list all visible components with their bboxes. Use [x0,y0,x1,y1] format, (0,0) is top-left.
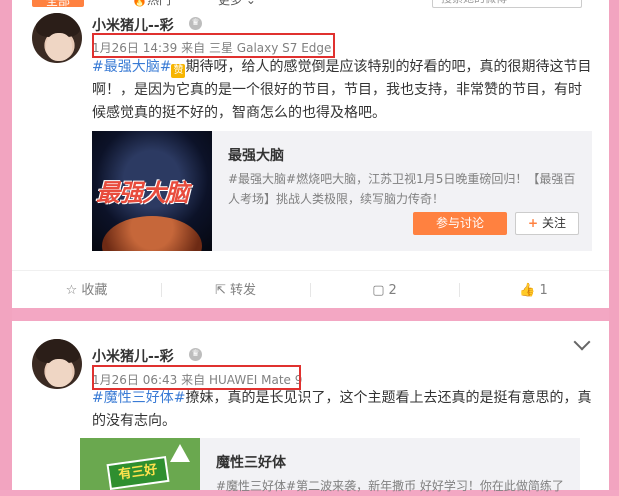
hashtag-link[interactable]: #最强大脑# [92,59,171,75]
topic-image-logo: 最强大脑 [96,179,189,207]
comment-icon: ▢ [372,283,385,298]
topic-card[interactable]: 最强大脑 最强大脑 #最强大脑#燃烧吧大脑，江苏卫视1月5日晚重磅回归！【最强百… [92,131,592,251]
topic-title[interactable]: 最强大脑 [228,145,284,165]
thumbs-up-icon: 👍 [519,283,536,298]
topic-card[interactable]: 有三好 魔性三好体 #魔性三好体#第二波来袭，新年撒币 好好学习！你在此做简练了 [80,438,580,493]
star-icon: ☆ [65,283,78,298]
avatar[interactable] [32,339,82,389]
avatar[interactable] [32,13,82,63]
username[interactable]: 小米猪儿--彩 [92,15,174,35]
page-background-left [0,0,12,490]
plus-icon: + [528,216,539,230]
topic-image[interactable]: 最强大脑 [92,131,212,251]
topic-image[interactable]: 有三好 [80,438,200,490]
highlight-box [92,33,335,58]
hashtag-link[interactable]: #魔性三好体# [92,390,185,406]
member-icon[interactable]: ♛ [189,348,202,361]
tab-all[interactable]: 全部 [32,0,84,8]
topic-description: #魔性三好体#第二波来袭，新年撒币 好好学习！你在此做简练了 [216,479,564,493]
chevron-down-icon[interactable] [573,333,591,351]
tab-more[interactable]: 更多 ⌄ [218,0,256,8]
post-text: #魔性三好体#撩妹，真的是长见识了，这个主题看上去还真的是挺有意思的，真的没有志… [92,387,592,433]
follow-button[interactable]: + 关注 [515,212,579,235]
topic-title[interactable]: 魔性三好体 [216,452,286,472]
tab-hot[interactable]: 🔥热门 [132,0,171,8]
follow-label: 关注 [541,216,566,230]
forward-button[interactable]: ⇱ 转发 [161,271,310,309]
username[interactable]: 小米猪儿--彩 [92,346,174,366]
forward-icon: ⇱ [215,283,226,298]
emoji-icon: 赞 [171,64,186,78]
tab-bar: 全部 🔥热门 更多 ⌄ 搜索她的微博 [12,0,609,10]
post-text: #最强大脑# 赞期待呀，给人的感觉倒是应该特别的好看的吧，真的很期待这节目啊！，是… [92,56,592,125]
page-background-right [609,0,619,490]
action-bar: ☆ 收藏 ⇱ 转发 ▢ 2 👍 1 [12,270,609,309]
weibo-card: 全部 🔥热门 更多 ⌄ 搜索她的微博 小米猪儿--彩 ♛ 1月26日 14:39… [12,0,609,308]
comment-button[interactable]: ▢ 2 [310,271,459,309]
member-icon[interactable]: ♛ [189,17,202,30]
topic-image-logo: 有三好 [106,455,170,490]
search-input[interactable]: 搜索她的微博 [432,0,582,8]
like-button[interactable]: 👍 1 [459,271,608,309]
topic-description: #最强大脑#燃烧吧大脑，江苏卫视1月5日晚重磅回归！【最强百人考场】挑战人类极限… [228,172,576,206]
favorite-button[interactable]: ☆ 收藏 [12,271,161,309]
join-discussion-button[interactable]: 参与讨论 [413,212,507,235]
